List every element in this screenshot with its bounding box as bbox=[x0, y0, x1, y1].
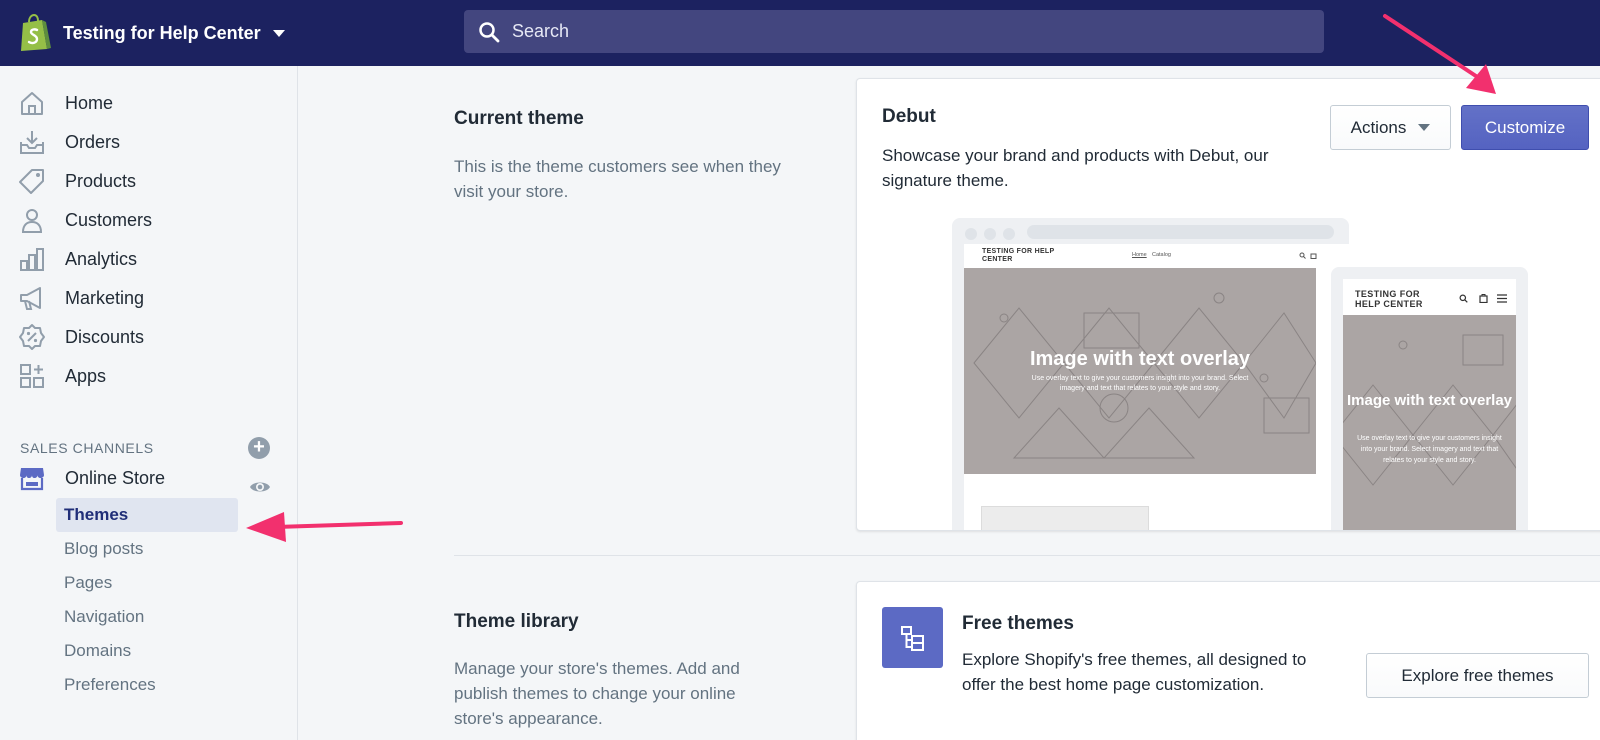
search-icon bbox=[1459, 294, 1468, 303]
preview-hero-text: Use overlay text to give your customers … bbox=[1357, 435, 1502, 464]
preview-hero-title: Image with text overlay bbox=[1029, 348, 1251, 370]
sidebar: Home Orders Products Customers Analytics… bbox=[0, 66, 298, 740]
theme-name: Debut bbox=[882, 106, 936, 127]
customize-button[interactable]: Customize bbox=[1461, 105, 1589, 150]
sidebar-subitem-preferences[interactable]: Preferences bbox=[56, 668, 238, 702]
preview-brand: TESTING FOR HELP CENTER bbox=[1355, 289, 1423, 309]
sidebar-item-label: Online Store bbox=[65, 467, 166, 488]
search-input[interactable] bbox=[512, 21, 1272, 42]
free-themes-card: Free themes Explore Shopify's free theme… bbox=[856, 581, 1600, 740]
sidebar-subitem-domains[interactable]: Domains bbox=[56, 634, 238, 668]
store-icon bbox=[20, 468, 44, 491]
store-name: Testing for Help Center bbox=[63, 22, 261, 43]
sidebar-item-online-store[interactable]: Online Store bbox=[18, 461, 165, 495]
search-bar[interactable] bbox=[464, 10, 1324, 53]
sidebar-item-label: Customers bbox=[65, 209, 153, 230]
sales-channels-heading: SALES CHANNELS bbox=[20, 440, 154, 456]
sidebar-item-label: Products bbox=[65, 170, 137, 191]
store-switcher[interactable]: Testing for Help Center bbox=[18, 13, 285, 53]
current-theme-description: This is the theme customers see when the… bbox=[454, 157, 781, 201]
current-theme-heading: Current theme bbox=[454, 108, 584, 129]
sidebar-subitem-blog-posts[interactable]: Blog posts bbox=[56, 532, 238, 566]
tag-icon bbox=[19, 169, 44, 194]
free-themes-title: Free themes bbox=[962, 613, 1074, 634]
actions-button-label: Actions bbox=[1350, 117, 1407, 137]
desktop-page: TESTING FOR HELP CENTER Home Catalog Ima… bbox=[964, 244, 1349, 530]
sidebar-subitem-navigation[interactable]: Navigation bbox=[56, 600, 238, 634]
discount-icon bbox=[19, 324, 45, 350]
chevron-down-icon bbox=[272, 29, 285, 37]
sidebar-item-analytics[interactable]: Analytics bbox=[18, 242, 137, 276]
mobile-page: TESTING FOR HELP CENTER Image with text … bbox=[1343, 279, 1516, 530]
sidebar-item-label: Marketing bbox=[65, 287, 145, 308]
theme-library-icon bbox=[882, 607, 943, 668]
sidebar-subitem-themes[interactable]: Themes bbox=[56, 498, 238, 532]
section-divider bbox=[454, 555, 1600, 556]
shopify-bag-icon bbox=[21, 14, 51, 51]
preview-hero: Image with text overlay Use overlay text… bbox=[964, 268, 1316, 474]
add-channel-button[interactable]: + bbox=[248, 437, 270, 459]
mobile-preview: TESTING FOR HELP CENTER Image with text … bbox=[1331, 267, 1528, 530]
search-icon bbox=[1299, 252, 1306, 259]
hero-illustration bbox=[973, 292, 1316, 459]
sidebar-item-apps[interactable]: Apps bbox=[18, 359, 106, 393]
explore-free-themes-button[interactable]: Explore free themes bbox=[1366, 653, 1589, 698]
orders-icon bbox=[20, 131, 44, 154]
menu-icon bbox=[1497, 294, 1507, 303]
sidebar-item-customers[interactable]: Customers bbox=[18, 203, 152, 237]
theme-library-heading: Theme library bbox=[454, 611, 579, 632]
cart-icon bbox=[1479, 294, 1488, 303]
hierarchy-icon bbox=[900, 625, 924, 651]
home-icon bbox=[21, 92, 43, 115]
eye-icon[interactable] bbox=[249, 478, 271, 496]
apps-icon bbox=[20, 364, 44, 388]
bar-chart-icon bbox=[20, 248, 44, 271]
sidebar-item-label: Discounts bbox=[65, 326, 145, 347]
window-dot bbox=[984, 228, 996, 240]
preview-nav-home: Home bbox=[1132, 252, 1147, 258]
sidebar-item-label: Apps bbox=[65, 365, 107, 386]
window-dot bbox=[965, 228, 977, 240]
hero-illustration bbox=[1343, 334, 1516, 486]
sidebar-item-label: Home bbox=[65, 92, 114, 113]
preview-header: TESTING FOR HELP CENTER Home Catalog bbox=[964, 244, 1349, 268]
sidebar-item-orders[interactable]: Orders bbox=[18, 125, 120, 159]
megaphone-icon bbox=[20, 287, 41, 310]
sidebar-item-products[interactable]: Products bbox=[18, 164, 136, 198]
preview-nav-catalog: Catalog bbox=[1152, 252, 1171, 258]
preview-brand: TESTING FOR HELP CENTER bbox=[982, 248, 1055, 263]
top-bar: Testing for Help Center bbox=[0, 0, 1600, 66]
actions-button[interactable]: Actions bbox=[1330, 105, 1451, 150]
current-theme-card: Debut Showcase your brand and products w… bbox=[856, 78, 1600, 531]
free-themes-description: Explore Shopify's free themes, all desig… bbox=[962, 650, 1307, 694]
person-icon bbox=[21, 209, 43, 233]
sidebar-item-label: Analytics bbox=[65, 248, 138, 269]
sidebar-item-marketing[interactable]: Marketing bbox=[18, 281, 144, 315]
address-bar bbox=[1027, 225, 1334, 239]
theme-description: Showcase your brand and products with De… bbox=[882, 146, 1269, 190]
cart-icon bbox=[1310, 253, 1317, 259]
preview-hero-title: Image with text overlay bbox=[1346, 392, 1513, 409]
preview-placeholder bbox=[981, 506, 1149, 530]
sidebar-item-discounts[interactable]: Discounts bbox=[18, 320, 144, 354]
theme-library-description: Manage your store's themes. Add and publ… bbox=[454, 659, 740, 728]
desktop-preview: TESTING FOR HELP CENTER Home Catalog Ima… bbox=[952, 218, 1349, 530]
sidebar-subitem-pages[interactable]: Pages bbox=[56, 566, 238, 600]
window-dot bbox=[1003, 228, 1015, 240]
sidebar-item-home[interactable]: Home bbox=[18, 86, 113, 120]
preview-hero-text: Use overlay text to give your customers … bbox=[1031, 375, 1249, 392]
preview-hero: Image with text overlay Use overlay text… bbox=[1343, 315, 1516, 530]
search-icon bbox=[479, 21, 500, 42]
chevron-down-icon bbox=[1418, 124, 1431, 131]
sidebar-item-label: Orders bbox=[65, 131, 121, 152]
